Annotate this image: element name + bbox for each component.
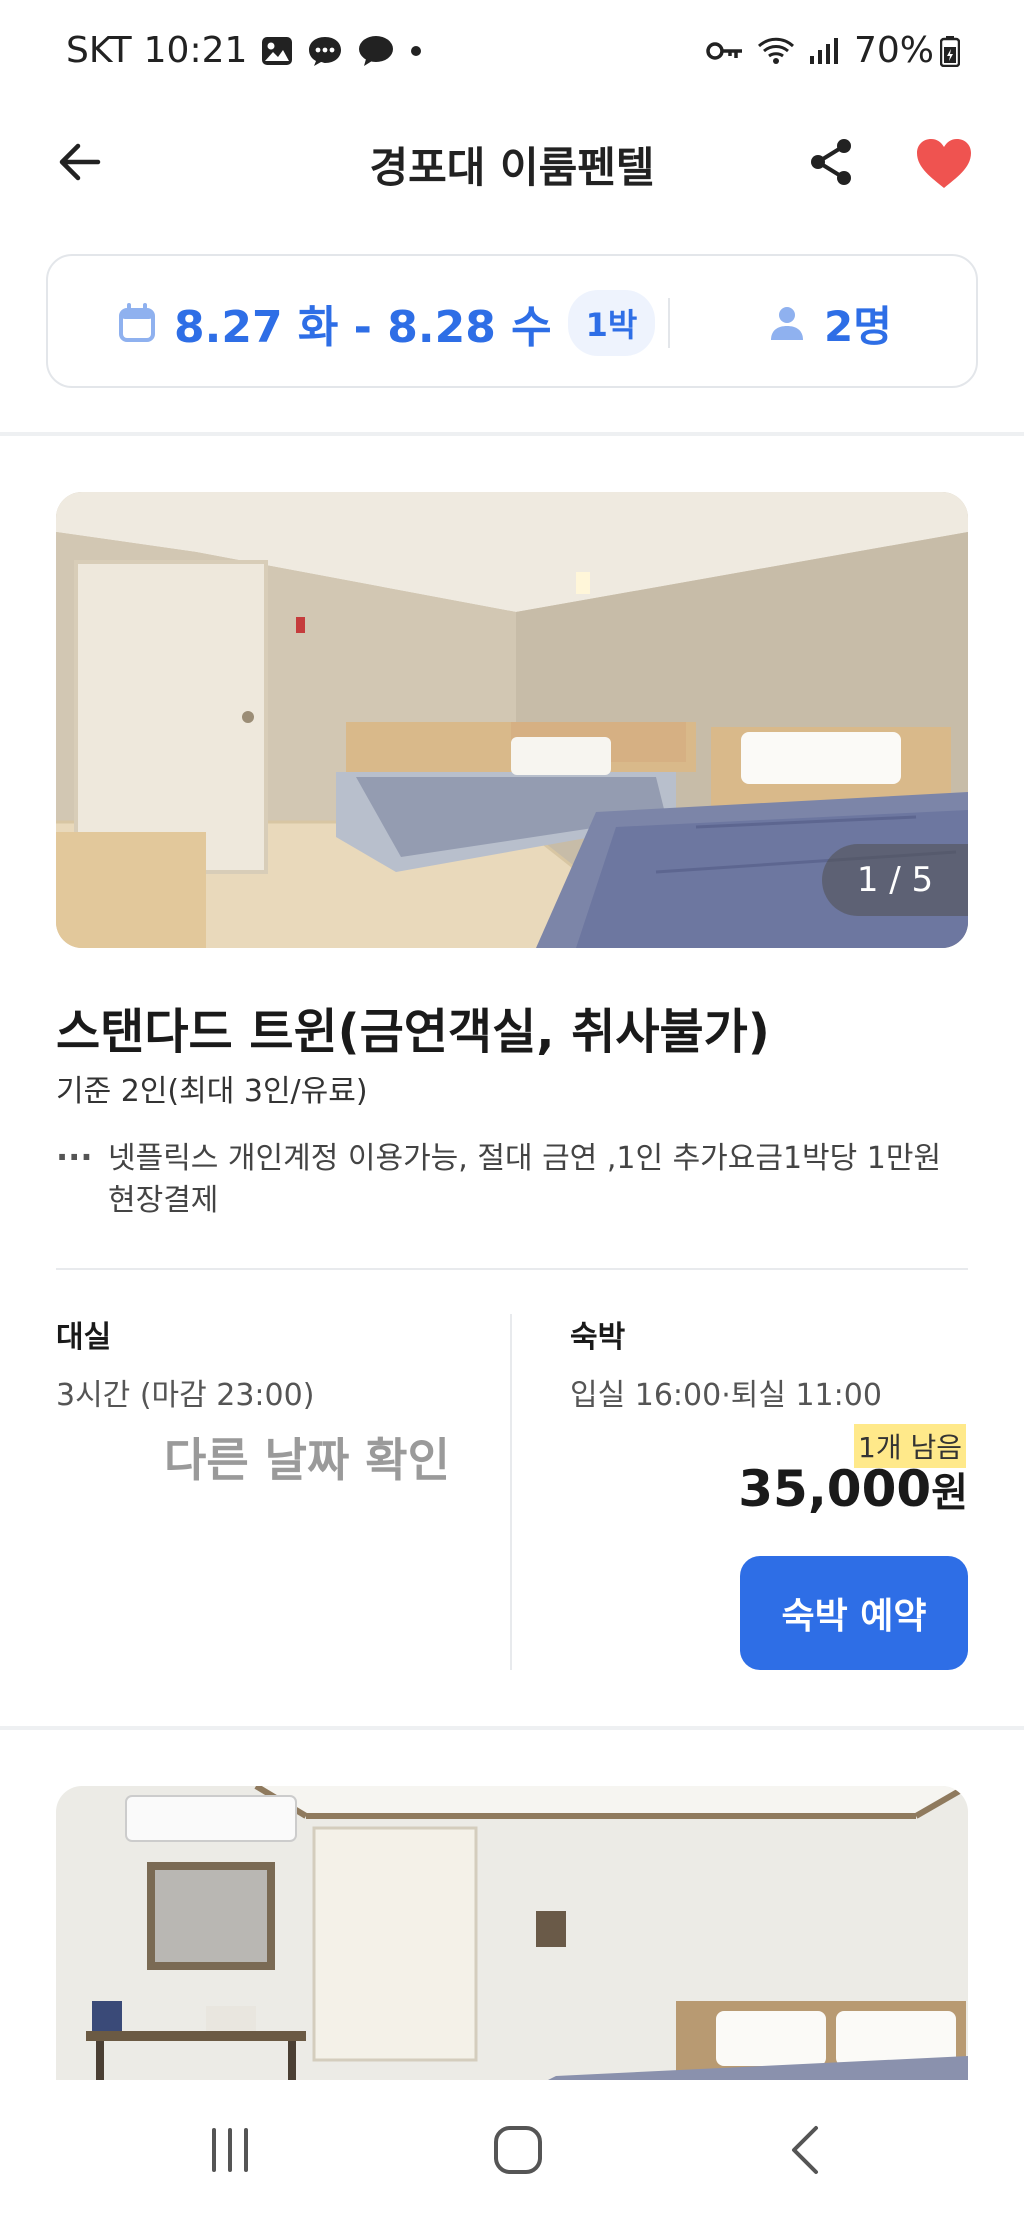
calendar-icon: [118, 303, 156, 343]
status-bar: SKT 10:21 70%: [0, 0, 1024, 108]
signal-icon: [808, 36, 842, 66]
date-range: 8.27 화 - 8.28 수: [174, 302, 552, 353]
amenity-note: ··· 넷플릭스 개인계정 이용가능, 절대 금연 ,1인 추가요금1박당 1만…: [56, 1138, 968, 1222]
check-other-date-link[interactable]: 다른 날짜 확인: [164, 1424, 450, 1490]
vpn-key-icon: [706, 40, 744, 62]
page-title: 경포대 이룸펜텔: [369, 143, 655, 192]
overnight-label: 숙박: [570, 1320, 626, 1355]
amenity-text: 넷플릭스 개인계정 이용가능, 절대 금연 ,1인 추가요금1박당 1만원 현장…: [108, 1141, 942, 1218]
message-icon: [307, 35, 343, 67]
room-capacity: 기준 2인(최대 3인/유료): [56, 1074, 368, 1109]
room-name: 스탠다드 트윈(금연객실, 취사불가): [56, 1004, 770, 1060]
nights-badge: 1박: [567, 290, 656, 356]
battery-percent: 70%: [853, 30, 934, 71]
recents-icon[interactable]: [200, 2120, 260, 2180]
battery-icon: [940, 35, 960, 67]
home-icon[interactable]: [488, 2120, 548, 2180]
overnight-info: 입실 16:00·퇴실 11:00: [570, 1378, 882, 1413]
room-photo-next[interactable]: [56, 1786, 968, 2086]
guest-selector[interactable]: 2명: [768, 290, 892, 356]
kakaotalk-icon: [357, 35, 395, 67]
price: 35,000 원: [738, 1460, 968, 1518]
reserve-overnight-button[interactable]: 숙박 예약: [740, 1556, 968, 1670]
wifi-icon: [756, 36, 796, 66]
more-dots-icon: ···: [56, 1138, 93, 1176]
clock: 10:21: [143, 30, 248, 71]
person-icon: [768, 304, 806, 342]
room-photo[interactable]: 1 / 5: [56, 492, 968, 948]
divider: [56, 1268, 968, 1270]
app-header: 경포대 이룸펜텔: [0, 108, 1024, 218]
section-divider: [0, 432, 1024, 436]
system-nav-bar: [0, 2080, 1024, 2219]
divider: [668, 298, 670, 348]
dayuse-info: 3시간 (마감 23:00): [56, 1378, 315, 1413]
price-currency: 원: [931, 1470, 968, 1516]
photo-counter: 1 / 5: [822, 844, 968, 916]
dot-icon: [409, 44, 423, 58]
carrier-label: SKT: [66, 30, 132, 71]
divider: [510, 1314, 512, 1670]
section-divider: [0, 1726, 1024, 1730]
heart-icon[interactable]: [914, 136, 974, 192]
nav-back-icon[interactable]: [776, 2120, 836, 2180]
overnight-section: 숙박 입실 16:00·퇴실 11:00: [570, 1312, 882, 1414]
dayuse-label: 대실: [56, 1320, 112, 1355]
price-amount: 35,000: [738, 1460, 932, 1518]
dayuse-section: 대실 3시간 (마감 23:00): [56, 1312, 314, 1414]
share-icon[interactable]: [804, 134, 860, 190]
room-photo-image: [56, 1786, 968, 2086]
date-range-selector[interactable]: 8.27 화 - 8.28 수 1박: [118, 290, 656, 356]
guest-count: 2명: [824, 301, 892, 351]
date-guest-picker[interactable]: 8.27 화 - 8.28 수 1박 2명: [46, 254, 978, 388]
gallery-icon: [261, 36, 293, 66]
